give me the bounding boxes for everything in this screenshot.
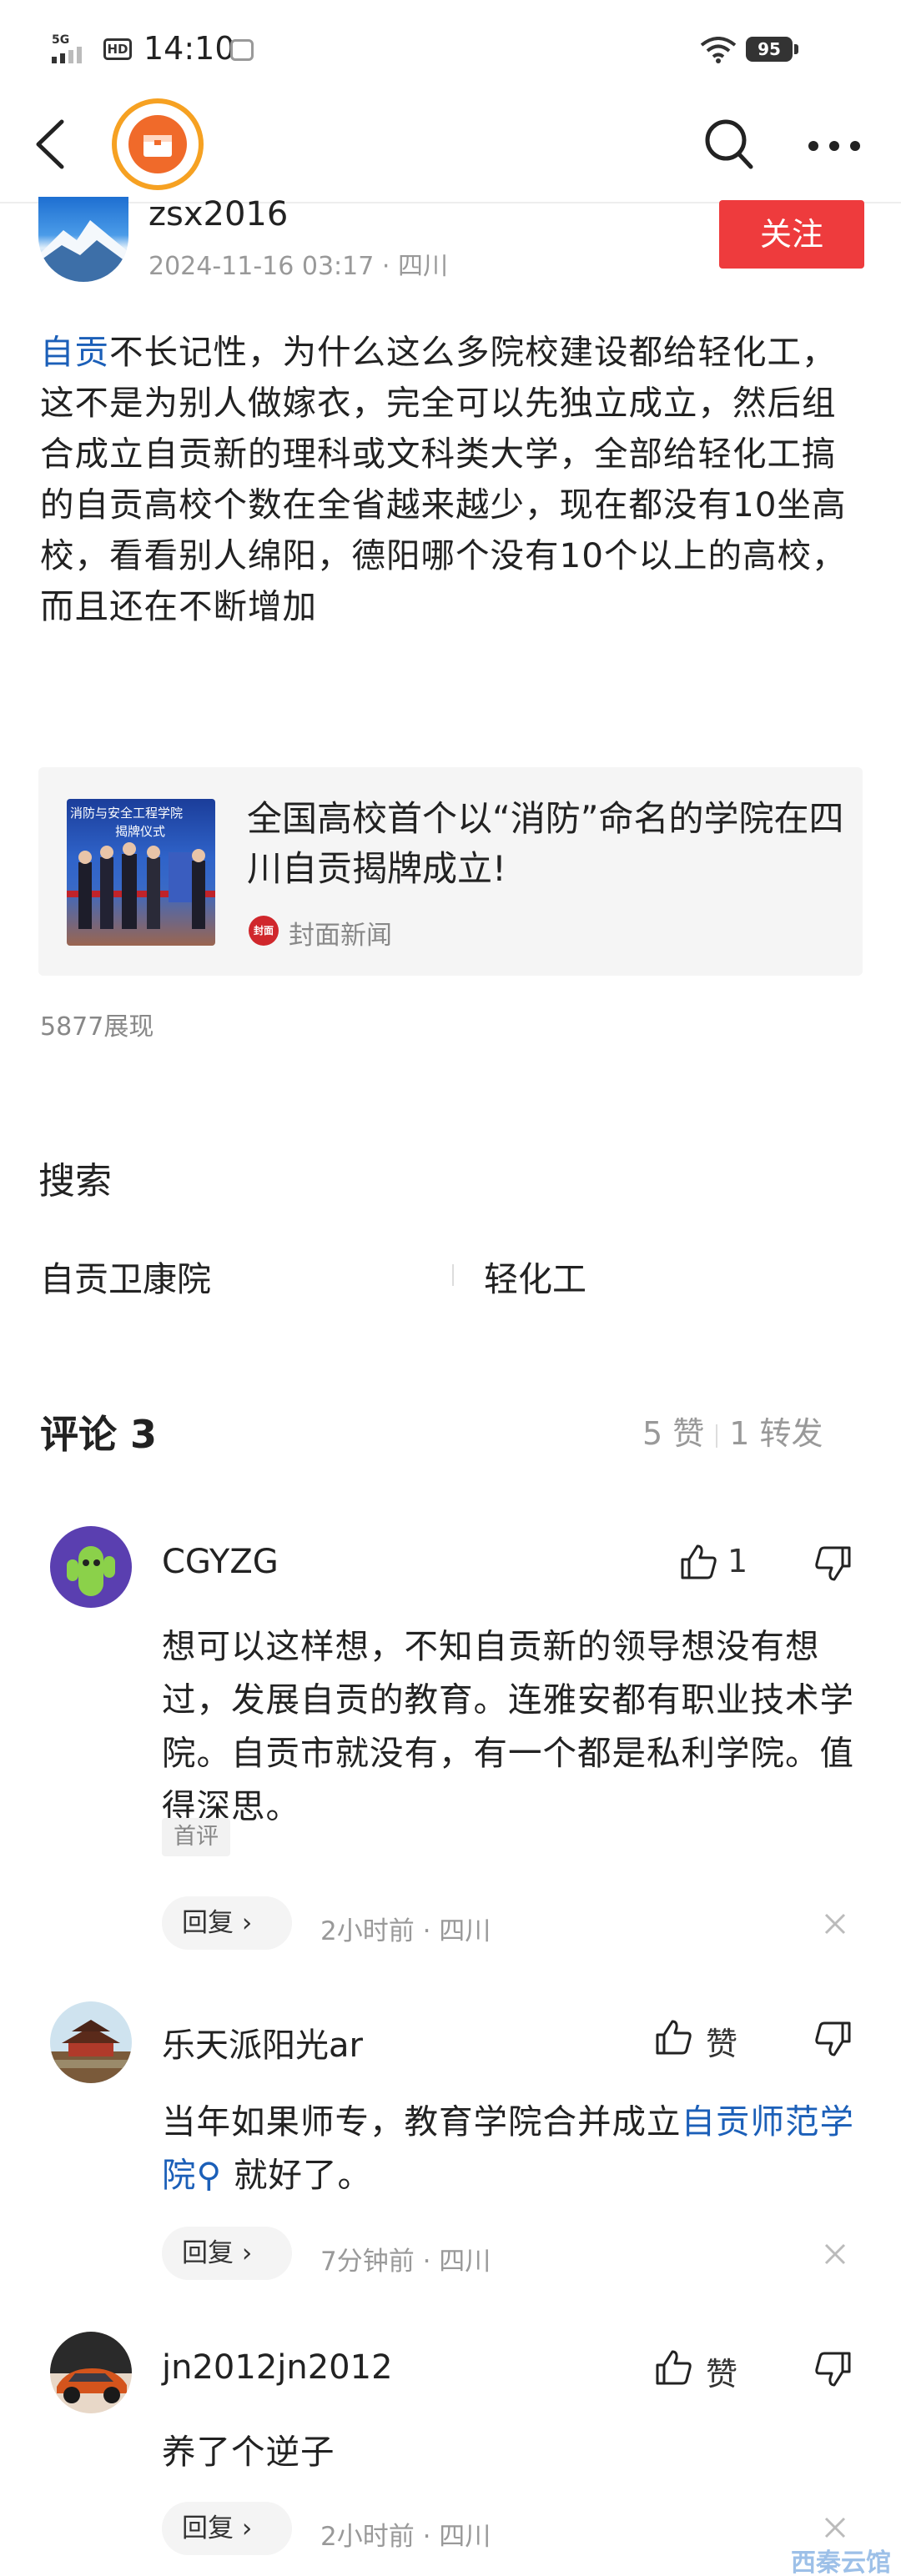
signal-icon: 5G [52, 33, 82, 63]
author-avatar[interactable] [38, 197, 128, 282]
link-card[interactable]: 消防与安全工程学院 揭牌仪式 全国高校首个以“消防”命名的学院在四川自贡揭牌成立… [38, 767, 863, 976]
close-icon[interactable] [823, 2242, 848, 2267]
thumbs-down-icon[interactable] [814, 2020, 853, 2058]
reply-label: 回复 [182, 2238, 234, 2268]
close-icon[interactable] [823, 1911, 848, 1936]
follow-button[interactable]: 关注 [719, 200, 864, 269]
thumbs-up-icon[interactable] [654, 2018, 692, 2056]
search-link-icon[interactable]: ⚲ [197, 2155, 223, 2195]
reply-button[interactable]: 回复 › [162, 2227, 292, 2280]
post-body: 自贡不长记性，为什么这么多院校建设都给轻化工，这不是为别人做嫁衣，完全可以先独立… [40, 327, 858, 632]
comment-time: 2小时前 [320, 2522, 415, 2552]
app-notification-icon [230, 39, 254, 61]
app-logo-avatar[interactable] [112, 98, 204, 190]
reply-label: 回复 [182, 1908, 234, 1938]
post-text: 不长记性，为什么这么多院校建设都给轻化工，这不是为别人做嫁衣，完全可以先独立成立… [40, 332, 847, 626]
comment-text: 想可以这样想，不知自贡新的领导想没有想过，发展自贡的教育。连雅安都有职业技术学院… [162, 1626, 854, 1826]
thumb-caption-1: 消防与安全工程学院 [70, 806, 183, 821]
comment-text: 当年如果师专，教育学院合并成立自贡师范学院⚲ 就好了。 [162, 2095, 871, 2202]
battery-indicator: 95 [746, 37, 798, 62]
search-icon[interactable] [701, 115, 756, 173]
commenter-name[interactable]: CGYZG [162, 1543, 279, 1581]
commenter-avatar[interactable] [50, 1526, 132, 1608]
comment-like-count[interactable]: 1 [727, 1543, 747, 1579]
thumbs-up-icon[interactable] [654, 2348, 692, 2387]
chevron-right-icon: › [241, 2238, 253, 2268]
post-stats: 5 赞 1 转发 [642, 1408, 823, 1454]
reply-button[interactable]: 回复 › [162, 1896, 292, 1950]
thumbs-down-icon[interactable] [814, 1544, 853, 1583]
commenter-name[interactable]: jn2012jn2012 [162, 2348, 393, 2387]
comment-location: 四川 [439, 2247, 491, 2277]
repost-count[interactable]: 1 转发 [729, 1415, 823, 1452]
stats-divider [716, 1424, 718, 1448]
chevron-right-icon: › [241, 2513, 253, 2543]
comment-location: 四川 [439, 1916, 491, 1946]
post-meta: 2024-11-16 03:17 · 四川 [148, 252, 448, 281]
reply-label: 回复 [182, 2513, 234, 2543]
comment-text: 养了个逆子 [162, 2432, 335, 2472]
comment-text-part: 就好了。 [222, 2155, 373, 2195]
comment-time: 7分钟前 [320, 2247, 415, 2277]
status-time: 14:10 [143, 30, 235, 67]
thumbs-down-icon[interactable] [814, 2350, 853, 2388]
close-icon[interactable] [823, 2515, 848, 2540]
comment-text-part: 当年如果师专，教育学院合并成立 [162, 2101, 682, 2142]
link-card-title: 全国高校首个以“消防”命名的学院在四川自贡揭牌成立! [247, 798, 844, 889]
thumbs-up-icon[interactable] [679, 1543, 717, 1581]
news-source-logo: 封面 [249, 916, 279, 946]
comment-meta: 7分钟前 · 四川 [320, 2247, 491, 2277]
commenter-avatar[interactable] [50, 2332, 132, 2413]
comment-like-label[interactable]: 赞 [706, 2348, 737, 2394]
commenter-avatar[interactable] [50, 2001, 132, 2083]
search-suggestion-2[interactable]: 轻化工 [484, 1251, 586, 1301]
comment-time: 2小时前 [320, 1916, 415, 1946]
thumb-caption-2: 揭牌仪式 [115, 824, 165, 839]
search-divider [452, 1264, 454, 1286]
link-thumbnail: 消防与安全工程学院 揭牌仪式 [67, 799, 215, 946]
search-suggestion-1[interactable]: 自贡卫康院 [40, 1251, 211, 1301]
comment-like-label[interactable]: 赞 [706, 2018, 737, 2064]
network-type: 5G [52, 33, 69, 47]
status-bar: 5G HD 14:10 95 [0, 0, 901, 92]
more-icon[interactable] [808, 140, 861, 152]
author-name[interactable]: zsx2016 [148, 195, 288, 233]
watermark: 西秦云馆 [791, 2548, 891, 2576]
back-arrow-icon[interactable] [30, 115, 72, 173]
first-comment-badge: 首评 [162, 1818, 230, 1856]
hd-icon: HD [103, 38, 132, 60]
news-source-name: 封面新闻 [289, 921, 392, 951]
comment-location: 四川 [439, 2522, 491, 2552]
comment-meta: 2小时前 · 四川 [320, 1916, 491, 1946]
reply-button[interactable]: 回复 › [162, 2502, 292, 2555]
search-section-title: 搜索 [38, 1160, 112, 1203]
view-count: 5877展现 [40, 1012, 154, 1042]
likes-count[interactable]: 5 赞 [642, 1415, 704, 1452]
hashtag-link[interactable]: 自贡 [40, 332, 109, 372]
app-logo-icon [128, 115, 187, 173]
commenter-name[interactable]: 乐天派阳光ar [162, 2018, 363, 2066]
comment-meta: 2小时前 · 四川 [320, 2522, 491, 2552]
wifi-icon [700, 37, 737, 63]
comments-title: 评论 3 [40, 1412, 158, 1457]
chevron-right-icon: › [241, 1908, 253, 1938]
